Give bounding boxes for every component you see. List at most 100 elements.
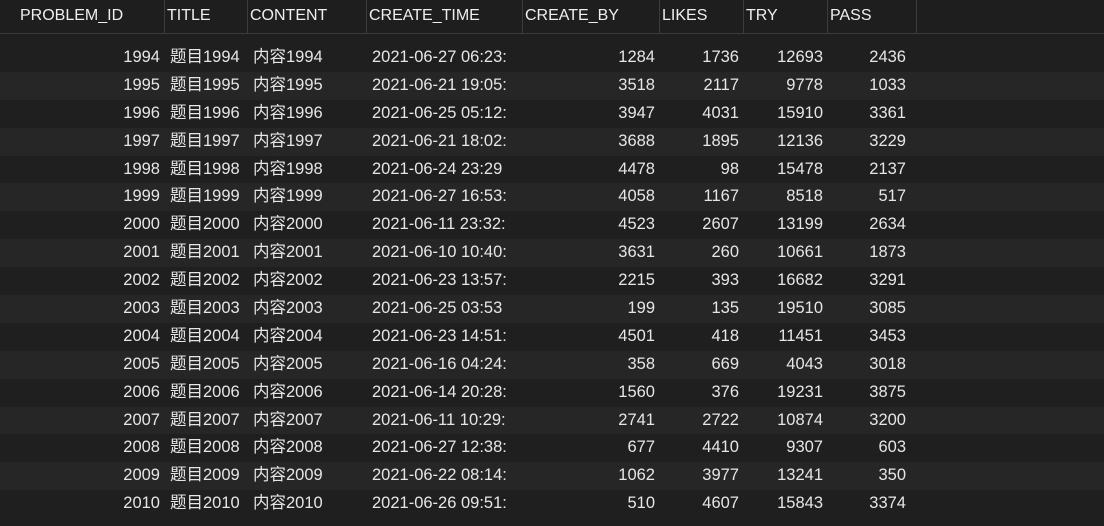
cell-create-by[interactable]: 3688 [523,128,655,156]
cell-problem-id[interactable]: 2006 [18,379,160,407]
cell-pass[interactable]: 3361 [828,100,906,128]
cell-likes[interactable]: 1167 [660,183,739,211]
cell-title[interactable]: 题目2000 [170,211,250,239]
cell-likes[interactable]: 418 [660,323,739,351]
cell-create-time[interactable]: 2021-06-22 08:14: [372,462,518,490]
cell-create-by[interactable]: 4523 [523,211,655,239]
cell-title[interactable]: 题目2003 [170,295,250,323]
cell-problem-id[interactable]: 1998 [18,156,160,184]
cell-problem-id[interactable]: 1994 [18,44,160,72]
cell-create-by[interactable]: 1284 [523,44,655,72]
cell-pass[interactable]: 3453 [828,323,906,351]
column-header-pass[interactable]: PASS [828,0,917,33]
cell-create-by[interactable]: 358 [523,351,655,379]
cell-create-by[interactable]: 2741 [523,407,655,435]
cell-likes[interactable]: 669 [660,351,739,379]
cell-create-by[interactable]: 3947 [523,100,655,128]
cell-title[interactable]: 题目1995 [170,72,250,100]
cell-create-time[interactable]: 2021-06-21 19:05: [372,72,518,100]
cell-pass[interactable]: 3018 [828,351,906,379]
cell-pass[interactable]: 3229 [828,128,906,156]
cell-try[interactable]: 12693 [744,44,823,72]
cell-problem-id[interactable]: 2003 [18,295,160,323]
cell-title[interactable]: 题目1994 [170,44,250,72]
cell-create-by[interactable]: 199 [523,295,655,323]
cell-title[interactable]: 题目1998 [170,156,250,184]
table-row[interactable]: 1996 题目1996 内容1996 2021-06-25 05:12: 3947 403… [0,100,1104,128]
cell-pass[interactable]: 3200 [828,407,906,435]
cell-create-time[interactable]: 2021-06-23 14:51: [372,323,518,351]
table-row[interactable]: 1998 题目1998 内容1998 2021-06-24 23:29 4478 98 15… [0,156,1104,184]
table-row[interactable]: 1994 题目1994 内容1994 2021-06-27 06:23: 1284 173… [0,44,1104,72]
cell-title[interactable]: 题目2010 [170,490,250,518]
cell-problem-id[interactable]: 1996 [18,100,160,128]
cell-title[interactable]: 题目2007 [170,407,250,435]
cell-title[interactable]: 题目1997 [170,128,250,156]
cell-content[interactable]: 内容2005 [253,351,365,379]
cell-create-by[interactable]: 2215 [523,267,655,295]
column-header-create-by[interactable]: CREATE_BY [523,0,660,33]
cell-likes[interactable]: 1736 [660,44,739,72]
column-header-likes[interactable]: LIKES [660,0,744,33]
cell-problem-id[interactable]: 2007 [18,407,160,435]
cell-create-by[interactable]: 677 [523,434,655,462]
cell-content[interactable]: 内容2000 [253,211,365,239]
cell-likes[interactable]: 260 [660,239,739,267]
cell-problem-id[interactable]: 2000 [18,211,160,239]
cell-create-time[interactable]: 2021-06-21 18:02: [372,128,518,156]
cell-likes[interactable]: 393 [660,267,739,295]
cell-content[interactable]: 内容1996 [253,100,365,128]
cell-content[interactable]: 内容1994 [253,44,365,72]
cell-likes[interactable]: 98 [660,156,739,184]
table-row[interactable]: 1999 题目1999 内容1999 2021-06-27 16:53: 4058 116… [0,183,1104,212]
cell-create-time[interactable]: 2021-06-24 23:29 [372,156,518,184]
cell-create-time[interactable]: 2021-06-14 20:28: [372,379,518,407]
table-row[interactable]: 2000 题目2000 内容2000 2021-06-11 23:32: 4523 260… [0,211,1104,239]
cell-title[interactable]: 题目2009 [170,462,250,490]
cell-try[interactable]: 10661 [744,239,823,267]
cell-content[interactable]: 内容2001 [253,239,365,267]
table-row[interactable]: 2001 题目2001 内容2001 2021-06-10 10:40: 3631 260… [0,239,1104,268]
column-header-try[interactable]: TRY [744,0,828,33]
cell-pass[interactable]: 3374 [828,490,906,518]
table-row[interactable]: 2002 题目2002 内容2002 2021-06-23 13:57: 2215 393… [0,267,1104,295]
cell-title[interactable]: 题目2005 [170,351,250,379]
cell-likes[interactable]: 4410 [660,434,739,462]
cell-likes[interactable]: 2607 [660,211,739,239]
cell-title[interactable]: 题目1999 [170,183,250,211]
table-row[interactable]: 2010 题目2010 内容2010 2021-06-26 09:51: 510 4607… [0,490,1104,518]
table-row[interactable]: 2003 题目2003 内容2003 2021-06-25 03:53 199 135 19… [0,295,1104,323]
cell-title[interactable]: 题目2004 [170,323,250,351]
cell-content[interactable]: 内容2002 [253,267,365,295]
cell-likes[interactable]: 2117 [660,72,739,100]
table-row[interactable]: 1997 题目1997 内容1997 2021-06-21 18:02: 3688 189… [0,127,1104,156]
table-row[interactable]: 1995 题目1995 内容1995 2021-06-21 19:05: 3518 211… [0,71,1104,100]
cell-problem-id[interactable]: 2001 [18,239,160,267]
cell-content[interactable]: 内容2007 [253,407,365,435]
cell-create-time[interactable]: 2021-06-11 23:32: [372,211,518,239]
cell-problem-id[interactable]: 2005 [18,351,160,379]
cell-try[interactable]: 9778 [744,72,823,100]
cell-content[interactable]: 内容1997 [253,128,365,156]
cell-create-time[interactable]: 2021-06-27 16:53: [372,183,518,211]
cell-try[interactable]: 4043 [744,351,823,379]
cell-pass[interactable]: 2634 [828,211,906,239]
table-row[interactable]: 2006 题目2006 内容2006 2021-06-14 20:28: 1560 376… [0,379,1104,407]
cell-try[interactable]: 12136 [744,128,823,156]
column-header-content[interactable]: CONTENT [248,0,367,33]
cell-content[interactable]: 内容2006 [253,379,365,407]
cell-try[interactable]: 13241 [744,462,823,490]
cell-pass[interactable]: 3291 [828,267,906,295]
cell-title[interactable]: 题目2002 [170,267,250,295]
cell-title[interactable]: 题目2001 [170,239,250,267]
cell-content[interactable]: 内容2009 [253,462,365,490]
cell-try[interactable]: 15843 [744,490,823,518]
cell-try[interactable]: 10874 [744,407,823,435]
cell-pass[interactable]: 350 [828,462,906,490]
cell-try[interactable]: 13199 [744,211,823,239]
cell-problem-id[interactable]: 1995 [18,72,160,100]
cell-create-by[interactable]: 4058 [523,183,655,211]
cell-try[interactable]: 11451 [744,323,823,351]
column-header-create-time[interactable]: CREATE_TIME [367,0,523,33]
cell-create-by[interactable]: 1062 [523,462,655,490]
